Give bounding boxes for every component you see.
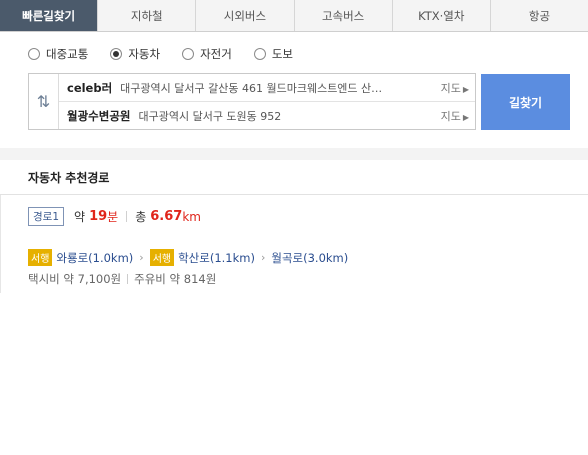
tab-subway[interactable]: 지하철 xyxy=(97,0,196,31)
tab-ktx-train[interactable]: KTX·열차 xyxy=(391,0,490,31)
time-value: 19 xyxy=(89,209,108,224)
mode-bicycle[interactable]: 자전거 xyxy=(182,46,232,62)
mode-bicycle-label: 자전거 xyxy=(200,47,232,61)
fuel-cost: 주유비 약 814원 xyxy=(134,272,217,286)
radio-walk[interactable] xyxy=(253,48,266,60)
summary-divider xyxy=(126,211,128,222)
road-link[interactable]: 학산로(1.1km) xyxy=(178,250,255,266)
chevron-right-icon: ▶ xyxy=(462,113,469,122)
chevron-right-icon: › xyxy=(260,251,266,264)
route-summary[interactable]: 경로1 약 19 분 총 6.67 km xyxy=(28,207,209,226)
mode-public-transit-label: 대중교통 xyxy=(46,47,89,61)
result-left-border xyxy=(0,195,1,293)
radio-bicycle[interactable] xyxy=(182,48,195,60)
cost-summary: 택시비 약 7,100원 주유비 약 814원 xyxy=(28,271,216,287)
radio-car[interactable] xyxy=(110,48,123,60)
distance-unit: km xyxy=(182,209,201,224)
destination-name: 월광수변공원 xyxy=(67,109,131,123)
travel-mode-options: 대중교통 자동차 자전거 도보 xyxy=(28,46,315,62)
mode-car-label: 자동차 xyxy=(128,47,161,61)
radio-public-transit[interactable] xyxy=(28,48,40,60)
road-sequence: 서행 와룡로(1.0km) › 서행 학산로(1.1km) › 월곡로(3.0k… xyxy=(28,249,354,266)
destination-map-label: 지도 xyxy=(440,110,461,123)
origin-field[interactable]: celeb러 대구광역시 달서구 갈산동 461 월드마크웨스트엔드 산… 지도… xyxy=(59,74,475,102)
origin-map-label: 지도 xyxy=(440,81,461,95)
transport-tabs: 빠른길찾기 지하철 시외버스 고속버스 KTX·열차 항공 xyxy=(0,0,588,32)
distance-prefix: 총 xyxy=(135,210,147,224)
taxi-fare: 택시비 약 7,100원 xyxy=(28,272,122,286)
tab-air[interactable]: 항공 xyxy=(489,0,588,31)
tab-fast-route[interactable]: 빠른길찾기 xyxy=(0,0,98,31)
destination-field[interactable]: 월광수변공원 대구광역시 달서구 도원동 952 지도 ▶ xyxy=(59,102,475,130)
slow-traffic-badge: 서행 xyxy=(149,249,175,266)
section-title: 자동차 추천경로 xyxy=(0,160,588,195)
mode-public-transit[interactable]: 대중교통 xyxy=(28,46,88,62)
cost-divider xyxy=(127,274,129,284)
route-input-box: ⇅ celeb러 대구광역시 달서구 갈산동 461 월드마크웨스트엔드 산… … xyxy=(28,73,476,130)
route-number-badge: 경로1 xyxy=(28,207,65,226)
origin-map-link[interactable]: 지도 ▶ xyxy=(441,80,469,96)
distance-value: 6.67 xyxy=(150,209,183,224)
road-link[interactable]: 와룡로(1.0km) xyxy=(56,250,133,266)
origin-name: celeb러 xyxy=(67,80,113,95)
mode-walk-label: 도보 xyxy=(271,47,293,61)
road-link[interactable]: 월곡로(3.0km) xyxy=(271,250,348,266)
mode-car[interactable]: 자동차 xyxy=(110,46,160,62)
chevron-right-icon: › xyxy=(139,251,144,264)
chevron-right-icon: ▶ xyxy=(462,84,469,94)
origin-address: 대구광역시 달서구 갈산동 461 월드마크웨스트엔드 산… xyxy=(120,81,383,95)
time-prefix: 약 xyxy=(74,210,86,224)
section-divider xyxy=(0,148,588,160)
time-unit: 분 xyxy=(107,210,119,224)
mode-walk[interactable]: 도보 xyxy=(253,46,293,62)
tab-intercity-bus[interactable]: 시외버스 xyxy=(195,0,294,31)
swap-vertical-icon[interactable]: ⇅ xyxy=(29,74,59,129)
slow-traffic-badge: 서행 xyxy=(28,249,53,266)
tab-express-bus[interactable]: 고속버스 xyxy=(293,0,392,31)
radio-selected-dot xyxy=(113,51,120,57)
destination-address: 대구광역시 달서구 도원동 952 xyxy=(138,110,282,123)
find-route-button[interactable]: 길찾기 xyxy=(481,74,570,130)
destination-map-link[interactable]: 지도 ▶ xyxy=(441,108,469,124)
